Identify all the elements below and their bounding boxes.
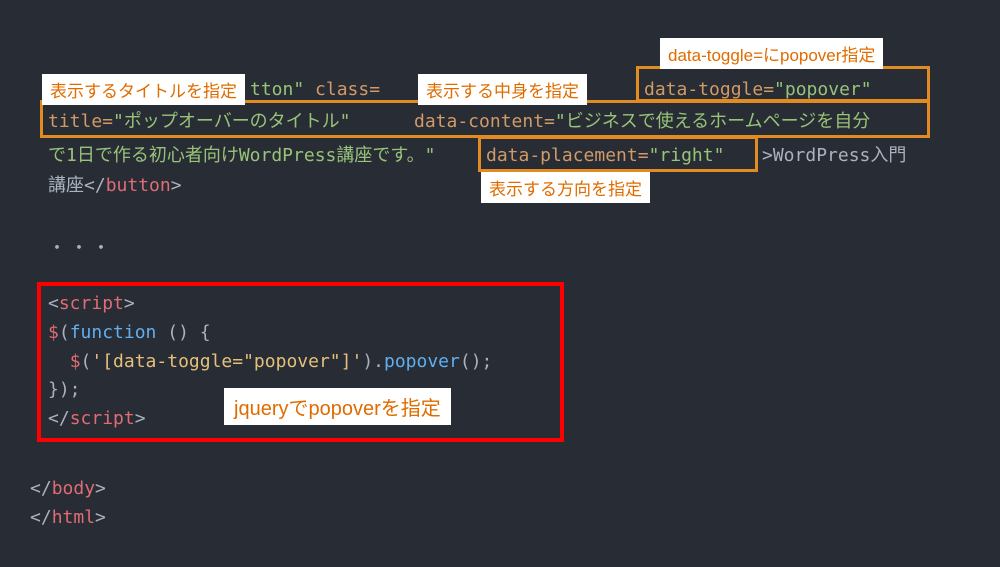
annotation-content: 表示する中身を指定 bbox=[418, 74, 587, 105]
annotation-jquery: jqueryでpopoverを指定 bbox=[224, 388, 451, 425]
annotation-title: 表示するタイトルを指定 bbox=[42, 74, 245, 105]
annotation-data-toggle: data-toggle=にpopover指定 bbox=[660, 38, 883, 69]
highlight-box-data-toggle bbox=[636, 66, 930, 102]
highlight-box-title-content bbox=[40, 100, 930, 138]
code-line-3a: で1日で作る初心者向けWordPress講座です。" bbox=[48, 142, 435, 171]
code-footer: </body> </html> bbox=[30, 475, 106, 533]
code-line-4: 講座</button> bbox=[48, 172, 182, 201]
annotation-placement: 表示する方向を指定 bbox=[481, 172, 650, 203]
highlight-box-placement bbox=[478, 136, 758, 172]
code-ellipsis: ・・・ bbox=[48, 235, 114, 264]
code-line-3c: >WordPress入門 bbox=[762, 142, 906, 171]
